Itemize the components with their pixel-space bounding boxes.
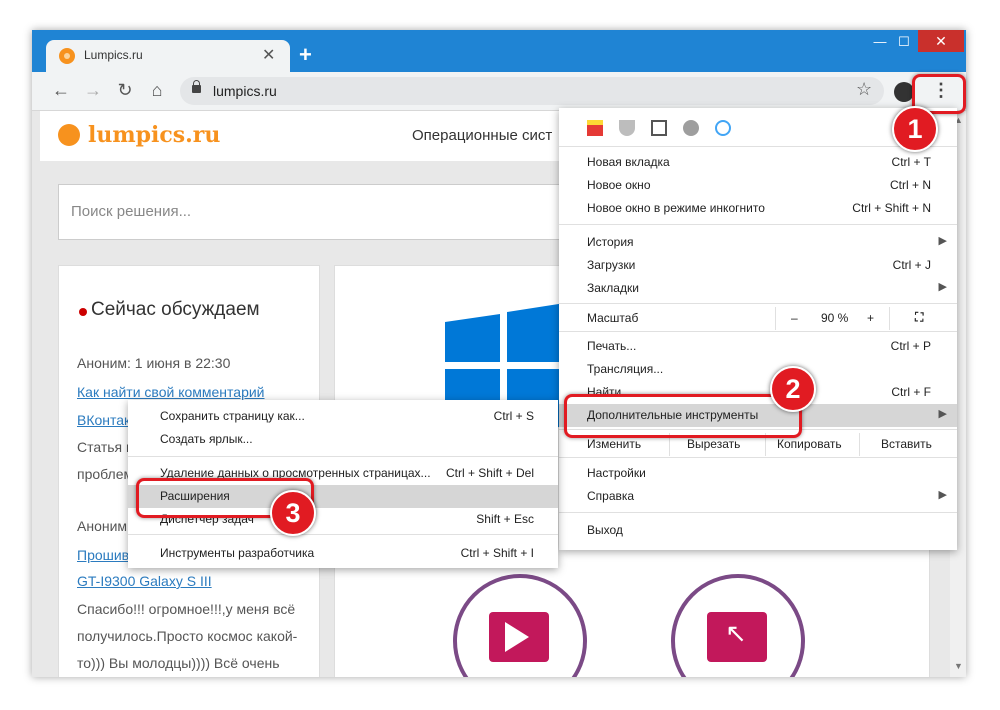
chevron-right-icon: ▶ (938, 235, 947, 247)
comment-author: Аноним: 1 июня в 22:30 (77, 355, 231, 371)
chevron-right-icon: ▶ (938, 408, 947, 420)
comment-author: Аноним (77, 518, 128, 534)
menu-item-print[interactable]: Печать... Ctrl + P (559, 335, 957, 358)
menu-item-downloads[interactable]: Загрузки Ctrl + J (559, 254, 957, 277)
address-bar[interactable]: lumpics.ru ☆ (180, 77, 884, 105)
menu-item-history[interactable]: История ▶ (559, 231, 957, 254)
comment-text: проблем (77, 466, 134, 482)
paste-button[interactable]: Вставить (881, 437, 932, 451)
reload-icon[interactable]: ↻ (114, 80, 136, 101)
close-tab-icon[interactable]: ✕ (262, 45, 275, 65)
title-bar: Lumpics.ru ✕ + — ☐ ✕ (32, 30, 966, 72)
screenshot-icon[interactable] (651, 120, 667, 136)
orange-favicon-icon (59, 48, 75, 64)
discussion-title: Сейчас обсуждаем (91, 299, 260, 320)
video-app-icon (453, 574, 587, 677)
site-search[interactable]: Поиск решения... (58, 184, 580, 240)
menu-item-help[interactable]: Справка ▶ (559, 485, 957, 508)
menu-item-cast[interactable]: Трансляция... (559, 358, 957, 381)
step-badge-3: 3 (270, 490, 316, 536)
speed-dial-icon[interactable] (715, 120, 731, 136)
bookmark-flag-icon[interactable] (587, 120, 603, 136)
menu-item-exit[interactable]: Выход (559, 519, 957, 542)
highlight-box-more-tools (564, 394, 802, 438)
fullscreen-icon[interactable]: ⛶ (915, 310, 923, 325)
shield-icon[interactable] (619, 120, 635, 136)
comment-link[interactable]: Прошив (77, 547, 129, 563)
back-arrow-icon[interactable]: ← (50, 80, 72, 101)
chevron-right-icon: ▶ (938, 281, 947, 293)
menu-item-zoom: Масштаб – 90 % + ⛶ (559, 307, 957, 330)
chevron-right-icon: ▶ (938, 489, 947, 501)
minimize-button[interactable]: — (868, 34, 892, 49)
submenu-item-save-page[interactable]: Сохранить страницу как... Ctrl + S (128, 405, 558, 428)
maximize-button[interactable]: ☐ (892, 34, 916, 50)
orange-logo-icon (58, 124, 80, 146)
forward-arrow-icon[interactable]: → (82, 80, 104, 101)
comment-text: Статья н (77, 439, 134, 455)
comment-text: получилось.Просто космос какой- (77, 628, 298, 644)
home-icon[interactable]: ⌂ (146, 80, 168, 101)
menu-item-incognito[interactable]: Новое окно в режиме инкогнито Ctrl + Shif… (559, 197, 957, 220)
submenu-item-dev-tools[interactable]: Инструменты разработчика Ctrl + Shift + I (128, 542, 558, 565)
zoom-out-button[interactable]: – (791, 311, 798, 325)
close-window-button[interactable]: ✕ (918, 30, 964, 52)
step-badge-2: 2 (770, 366, 816, 412)
tab-title: Lumpics.ru (84, 48, 143, 62)
comment-link[interactable]: Как найти свой комментарий (77, 384, 265, 400)
globe-icon[interactable] (683, 120, 699, 136)
comment-text: то))) Вы молодцы)))) Всё очень (77, 655, 280, 671)
menu-item-bookmarks[interactable]: Закладки ▶ (559, 277, 957, 300)
nav-item-os[interactable]: Операционные сист (412, 127, 552, 144)
browser-window: Lumpics.ru ✕ + — ☐ ✕ ← → ↻ ⌂ lumpics.ru … (32, 30, 966, 677)
zoom-value: 90 % (821, 311, 849, 325)
browser-tab[interactable]: Lumpics.ru ✕ (46, 40, 290, 72)
new-tab-button[interactable]: + (299, 42, 312, 68)
copy-button[interactable]: Копировать (777, 437, 842, 451)
comment-text: Спасибо!!! огромное!!!,у меня всё (77, 601, 296, 617)
search-input[interactable]: Поиск решения... (71, 203, 191, 220)
menu-item-new-window[interactable]: Новое окно Ctrl + N (559, 174, 957, 197)
bookmark-star-icon[interactable]: ☆ (856, 79, 872, 100)
chrome-main-menu: Новая вкладка Ctrl + T Новое окно Ctrl + N… (559, 108, 957, 550)
browser-toolbar: ← → ↻ ⌂ lumpics.ru ☆ ⋮ (32, 72, 966, 111)
site-logo[interactable]: lumpics.ru (88, 122, 220, 148)
screen-capture-icon: ↖ (671, 574, 805, 677)
comment-link[interactable]: GT-I9300 Galaxy S III (77, 573, 212, 589)
zoom-in-button[interactable]: + (867, 311, 874, 325)
lock-icon (192, 80, 201, 93)
live-dot-icon (79, 308, 87, 316)
cut-button[interactable]: Вырезать (687, 437, 740, 451)
submenu-item-create-shortcut[interactable]: Создать ярлык... (128, 428, 558, 451)
menu-item-settings[interactable]: Настройки (559, 462, 957, 485)
step-badge-1: 1 (892, 106, 938, 152)
profile-avatar[interactable] (894, 82, 914, 102)
menu-item-new-tab[interactable]: Новая вкладка Ctrl + T (559, 151, 957, 174)
url-text: lumpics.ru (213, 83, 277, 99)
